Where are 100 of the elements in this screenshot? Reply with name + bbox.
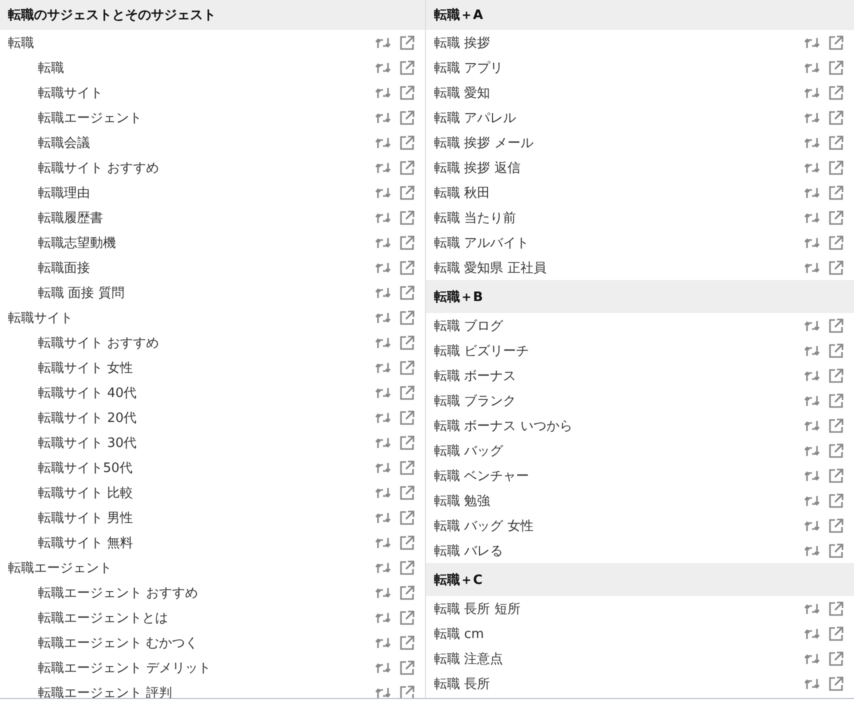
keyword-text: 転職 アプリ xyxy=(434,60,504,76)
external-link-icon[interactable] xyxy=(828,492,844,508)
external-link-icon[interactable] xyxy=(828,34,844,50)
keyword-text: 転職 挨拶 xyxy=(434,34,492,52)
external-link-icon[interactable] xyxy=(399,360,415,376)
keyword-text: 転職サイト xyxy=(38,84,104,102)
external-link-icon[interactable] xyxy=(828,60,844,76)
keyword-text: 転職 ボーナス xyxy=(434,368,518,384)
external-link-icon[interactable] xyxy=(828,84,844,100)
external-link-icon[interactable] xyxy=(399,184,415,200)
external-link-icon[interactable] xyxy=(828,650,844,666)
keyword-text: 転職エージェント おすすめ xyxy=(38,584,200,602)
keyword-text: 転職エージェント むかつく xyxy=(38,634,200,652)
keyword-text: 転職 愛知 xyxy=(434,84,492,102)
external-link-icon[interactable] xyxy=(828,600,844,616)
external-link-icon[interactable] xyxy=(828,260,844,276)
external-link-icon[interactable] xyxy=(828,134,844,150)
keyword-text: 転職 勉強 xyxy=(434,492,492,510)
keyword-text: 転職 バレる xyxy=(434,542,504,560)
keyword-text: 転職サイト 男性 xyxy=(38,510,134,526)
keyword-text: 転職会議 xyxy=(38,134,91,152)
external-link-icon[interactable] xyxy=(399,260,415,276)
external-link-icon[interactable] xyxy=(399,584,415,600)
external-link-icon[interactable] xyxy=(399,84,415,100)
external-link-icon[interactable] xyxy=(828,160,844,176)
keyword-text: 転職サイト 女性 xyxy=(38,360,134,376)
external-link-icon[interactable] xyxy=(399,284,415,300)
keyword-text: 転職 cm xyxy=(434,626,485,642)
external-link-icon[interactable] xyxy=(828,676,844,692)
external-link-icon[interactable] xyxy=(399,210,415,226)
keyword-text: 転職 挨拶 メール xyxy=(434,134,534,152)
external-link-icon[interactable] xyxy=(399,234,415,250)
external-link-icon[interactable] xyxy=(399,660,415,676)
keyword-text: 転職 アパレル xyxy=(434,110,518,126)
keyword-text: 転職 ブログ xyxy=(434,318,504,334)
external-link-icon[interactable] xyxy=(828,442,844,458)
keyword-text: 転職サイト xyxy=(8,310,74,326)
external-link-icon[interactable] xyxy=(399,60,415,76)
keyword-text: 転職サイト 40代 xyxy=(38,384,138,402)
keyword-text: 転職サイト 比較 xyxy=(38,484,134,502)
keyword-text: 転職 ビズリーチ xyxy=(434,342,530,360)
keyword-text: 転職エージェント xyxy=(38,110,143,126)
external-link-icon[interactable] xyxy=(399,510,415,526)
external-link-icon[interactable] xyxy=(399,434,415,450)
external-link-icon[interactable] xyxy=(399,134,415,150)
keyword-text: 転職サイト おすすめ xyxy=(38,160,160,176)
external-link-icon[interactable] xyxy=(399,160,415,176)
external-link-icon[interactable] xyxy=(828,542,844,558)
external-link-icon[interactable] xyxy=(399,560,415,576)
keyword-text: 転職 ベンチャー xyxy=(434,468,530,484)
external-link-icon[interactable] xyxy=(828,184,844,200)
external-link-icon[interactable] xyxy=(399,610,415,626)
external-link-icon[interactable] xyxy=(828,418,844,434)
external-link-icon[interactable] xyxy=(828,368,844,384)
keyword-text: 転職 注意点 xyxy=(434,650,504,668)
external-link-icon[interactable] xyxy=(399,310,415,326)
external-link-icon[interactable] xyxy=(399,684,415,698)
keyword-text: 転職サイト おすすめ xyxy=(38,334,160,352)
external-link-icon[interactable] xyxy=(828,234,844,250)
external-link-icon[interactable] xyxy=(399,484,415,500)
keyword-text: 転職 長所 短所 xyxy=(434,600,522,618)
external-link-icon[interactable] xyxy=(828,518,844,534)
keyword-text: 転職 秋田 xyxy=(434,184,492,202)
keyword-text: 転職エージェント 評判 xyxy=(38,684,174,698)
keyword-text: 転職 アルバイト xyxy=(434,234,530,252)
external-link-icon[interactable] xyxy=(399,460,415,476)
section-title: 転職＋C xyxy=(426,563,854,596)
keyword-text: 転職 バッグ 女性 xyxy=(434,518,534,534)
keyword-text: 転職 ブランク xyxy=(434,392,518,410)
external-link-icon[interactable] xyxy=(399,634,415,650)
external-link-icon[interactable] xyxy=(399,334,415,350)
external-link-icon[interactable] xyxy=(828,318,844,334)
external-link-icon[interactable] xyxy=(828,392,844,408)
external-link-icon[interactable] xyxy=(828,626,844,642)
keyword-text: 転職面接 xyxy=(38,260,91,276)
section-title: 転職＋B xyxy=(426,280,854,313)
external-link-icon[interactable] xyxy=(399,534,415,550)
keyword-text: 転職サイト 20代 xyxy=(38,410,138,426)
external-link-icon[interactable] xyxy=(828,342,844,358)
external-link-icon[interactable] xyxy=(399,110,415,126)
external-link-icon[interactable] xyxy=(399,384,415,400)
keyword-text: 転職エージェントとは xyxy=(38,610,169,626)
keyword-text: 転職履歴書 xyxy=(38,210,104,226)
section-title: 転職＋A xyxy=(426,0,854,30)
keyword-text: 転職理由 xyxy=(38,184,91,202)
keyword-text: 転職 挨拶 返信 xyxy=(434,160,522,176)
external-link-icon[interactable] xyxy=(399,34,415,50)
keyword-text: 転職 当たり前 xyxy=(434,210,518,226)
keyword-text: 転職 ボーナス いつから xyxy=(434,418,574,434)
keyword-text: 転職サイト50代 xyxy=(38,460,134,476)
keyword-text: 転職 xyxy=(8,34,35,52)
panel-title: 転職のサジェストとそのサジェスト xyxy=(0,0,425,30)
keyword-text: 転職サイト 30代 xyxy=(38,434,138,452)
keyword-text: 転職 xyxy=(38,60,65,76)
keyword-text: 転職エージェント デメリット xyxy=(38,660,212,676)
keyword-text: 転職 面接 質問 xyxy=(38,284,126,302)
external-link-icon[interactable] xyxy=(828,468,844,484)
external-link-icon[interactable] xyxy=(828,110,844,126)
external-link-icon[interactable] xyxy=(399,410,415,426)
external-link-icon[interactable] xyxy=(828,210,844,226)
